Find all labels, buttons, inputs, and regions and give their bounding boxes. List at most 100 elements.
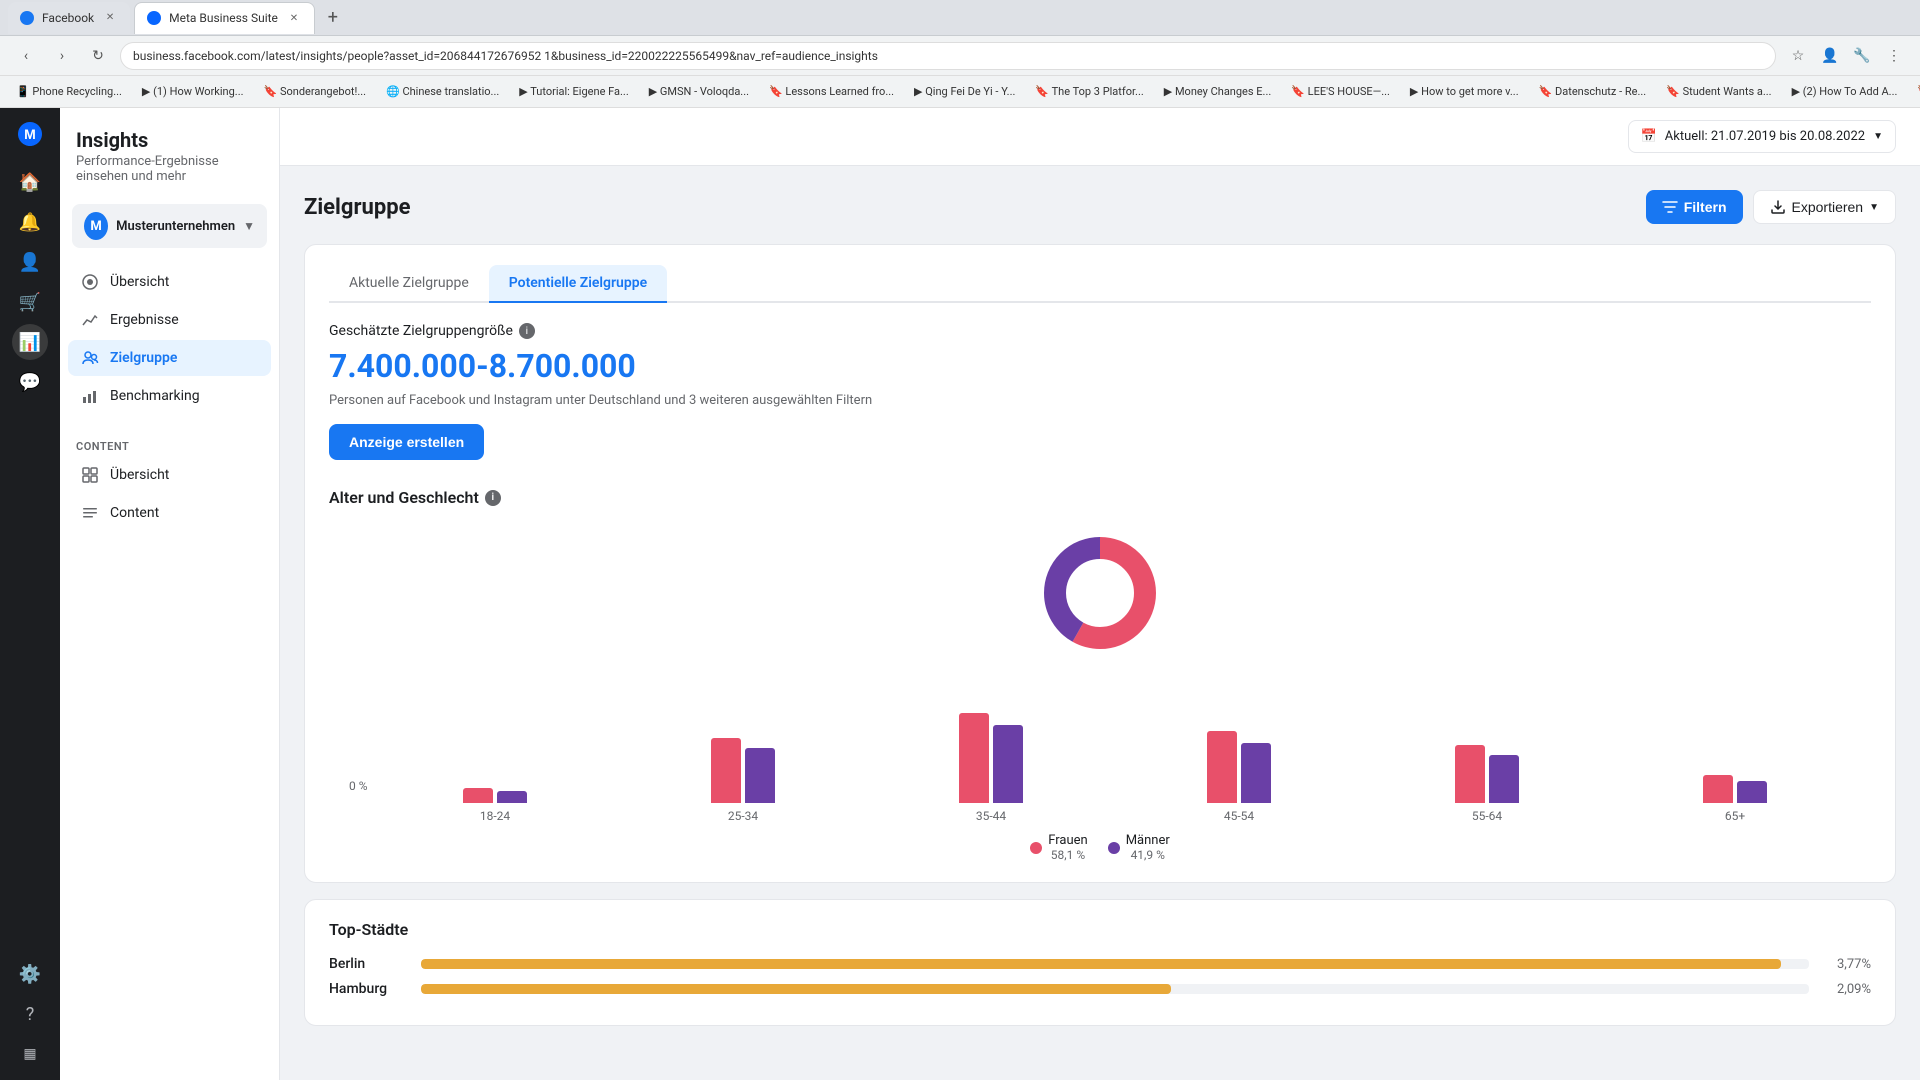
tab-potentielle-zielgruppe[interactable]: Potentielle Zielgruppe: [489, 265, 667, 303]
bookmark-lessons[interactable]: 🔖 Lessons Learned fro...: [761, 81, 902, 102]
facebook-favicon: [20, 11, 34, 25]
sidebar-subtitle: Performance-Ergebnisse einsehen und mehr: [76, 154, 263, 184]
sidebar-content-label: Content: [110, 505, 159, 521]
bookmark-qing[interactable]: ▶ Qing Fei De Yi - Y...: [906, 81, 1023, 102]
sidebar: Insights Performance-Ergebnisse einsehen…: [60, 108, 280, 1080]
rail-home-icon[interactable]: 🏠: [12, 164, 48, 200]
tab-meta-close[interactable]: ✕: [286, 10, 302, 26]
date-chevron-icon: ▼: [1873, 131, 1883, 142]
bar-female-25-34: [711, 738, 741, 803]
audience-size-label-text: Geschätzte Zielgruppengröße: [329, 323, 513, 339]
tab-facebook-close[interactable]: ✕: [102, 10, 118, 26]
rail-shop-icon[interactable]: 🛒: [12, 284, 48, 320]
sidebar-header: Insights Performance-Ergebnisse einsehen…: [60, 128, 279, 204]
back-button[interactable]: ‹: [12, 42, 40, 70]
bookmark-datenschutz[interactable]: 🔖 Datenschutz - Re...: [1531, 81, 1655, 102]
rail-bell-icon[interactable]: 🔔: [12, 204, 48, 240]
menu-icon[interactable]: ⋮: [1880, 42, 1908, 70]
bookmark-gmsn[interactable]: ▶ GMSN - Voloqda...: [641, 81, 757, 102]
bar-label-65plus: 65+: [1725, 809, 1745, 823]
ergebnisse-icon: [80, 310, 100, 330]
bookmark-sonder[interactable]: 🔖 Sonderangebot!...: [256, 81, 375, 102]
age-gender-title: Alter und Geschlecht i: [329, 488, 1871, 507]
bookmark-how-add[interactable]: ▶ (2) How To Add A...: [1784, 81, 1906, 102]
chart-info-icon[interactable]: i: [485, 490, 501, 506]
bar-label-25-34: 25-34: [728, 809, 758, 823]
sidebar-content-ubersicht-label: Übersicht: [110, 467, 169, 483]
address-bar[interactable]: business.facebook.com/latest/insights/pe…: [120, 42, 1776, 70]
tab-facebook[interactable]: Facebook ✕: [8, 2, 130, 34]
reload-button[interactable]: ↻: [84, 42, 112, 70]
sidebar-title: Insights: [76, 128, 263, 152]
rail-user-icon[interactable]: 👤: [12, 244, 48, 280]
bookmark-money[interactable]: ▶ Money Changes E...: [1156, 81, 1279, 102]
city-hamburg-bar-track: [421, 984, 1809, 994]
bookmark-working[interactable]: ▶ (1) How Working...: [134, 81, 252, 102]
export-button[interactable]: Exportieren ▼: [1753, 190, 1897, 224]
profile-icon[interactable]: 👤: [1816, 42, 1844, 70]
sidebar-item-zielgruppe[interactable]: Zielgruppe: [68, 340, 271, 376]
bookmark-student[interactable]: 🔖 Student Wants a...: [1658, 81, 1779, 102]
tab-potentielle-label: Potentielle Zielgruppe: [509, 275, 647, 291]
export-icon: [1770, 199, 1786, 215]
tab-meta-business-suite[interactable]: Meta Business Suite ✕: [134, 2, 315, 34]
tab-aktuelle-zielgruppe[interactable]: Aktuelle Zielgruppe: [329, 265, 489, 303]
business-selector[interactable]: M Musterunternehmen ▼: [72, 204, 267, 248]
date-selector[interactable]: 📅 Aktuell: 21.07.2019 bis 20.08.2022 ▼: [1628, 120, 1896, 153]
donut-inner-circle: [1067, 560, 1133, 626]
legend-female-pct: 58,1 %: [1048, 848, 1087, 862]
bookmark-more[interactable]: ▶ How to get more v...: [1402, 81, 1527, 102]
create-ad-label: Anzeige erstellen: [349, 434, 464, 450]
sidebar-item-content[interactable]: Content: [68, 495, 271, 531]
bookmark-download[interactable]: 🔖 Download - Cook...: [1909, 81, 1920, 102]
city-hamburg-name: Hamburg: [329, 981, 409, 997]
y-axis-label: 0 %: [349, 779, 379, 823]
rail-panels-icon[interactable]: ▦: [12, 1036, 48, 1072]
forward-button[interactable]: ›: [48, 42, 76, 70]
rail-help-icon[interactable]: ?: [12, 996, 48, 1032]
city-berlin-bar-track: [421, 959, 1809, 969]
city-hamburg-pct: 2,09%: [1821, 982, 1871, 997]
bookmark-chinese[interactable]: 🌐 Chinese translatio...: [378, 81, 507, 102]
create-ad-button[interactable]: Anzeige erstellen: [329, 424, 484, 460]
city-hamburg-bar-fill: [421, 984, 1171, 994]
bookmark-lees[interactable]: 🔖 LEE'S HOUSE—...: [1283, 81, 1398, 102]
bookmark-tutorial[interactable]: ▶ Tutorial: Eigene Fa...: [511, 81, 636, 102]
tab-meta-label: Meta Business Suite: [169, 11, 278, 25]
bar-chart-section: 0 % 18-24: [329, 683, 1871, 823]
export-button-label: Exportieren: [1792, 199, 1864, 215]
sidebar-item-benchmarking[interactable]: Benchmarking: [68, 378, 271, 414]
legend-male-pct: 41,9 %: [1126, 848, 1170, 862]
bar-label-18-24: 18-24: [480, 809, 510, 823]
meta-favicon: [147, 11, 161, 25]
filter-button[interactable]: Filtern: [1646, 190, 1743, 224]
audience-tabs: Aktuelle Zielgruppe Potentielle Zielgrup…: [329, 265, 1871, 303]
page-title: Zielgruppe: [304, 195, 410, 220]
meta-logo[interactable]: M: [12, 116, 48, 152]
main-content: 📅 Aktuell: 21.07.2019 bis 20.08.2022 ▼ Z…: [280, 108, 1920, 1080]
browser-nav-icons: ☆ 👤 🔧 ⋮: [1784, 42, 1908, 70]
benchmarking-icon: [80, 386, 100, 406]
sidebar-item-ergebnisse[interactable]: Ergebnisse: [68, 302, 271, 338]
extensions-icon[interactable]: 🔧: [1848, 42, 1876, 70]
new-tab-button[interactable]: +: [319, 4, 347, 32]
bar-group-18-24: 18-24: [379, 683, 611, 823]
star-icon[interactable]: ☆: [1784, 42, 1812, 70]
audience-size-value: 7.400.000-8.700.000: [329, 347, 1871, 385]
svg-text:M: M: [24, 126, 36, 142]
filter-icon: [1662, 199, 1678, 215]
rail-chart-icon[interactable]: 📊: [12, 324, 48, 360]
sidebar-item-ubersicht[interactable]: Übersicht: [68, 264, 271, 300]
legend-male: Männer 41,9 %: [1108, 833, 1170, 862]
rail-chat-icon[interactable]: 💬: [12, 364, 48, 400]
audience-size-info-icon[interactable]: i: [519, 323, 535, 339]
ubersicht-icon: [80, 272, 100, 292]
content-icon: [80, 503, 100, 523]
sidebar-item-content-ubersicht[interactable]: Übersicht: [68, 457, 271, 493]
bookmark-top3[interactable]: 🔖 The Top 3 Platfor...: [1027, 81, 1151, 102]
bar-group-45-54: 45-54: [1123, 683, 1355, 823]
rail-settings-icon[interactable]: ⚙️: [12, 956, 48, 992]
city-berlin-bar-fill: [421, 959, 1781, 969]
business-avatar: M: [84, 212, 108, 240]
bookmark-phone[interactable]: 📱 Phone Recycling...: [8, 81, 130, 102]
